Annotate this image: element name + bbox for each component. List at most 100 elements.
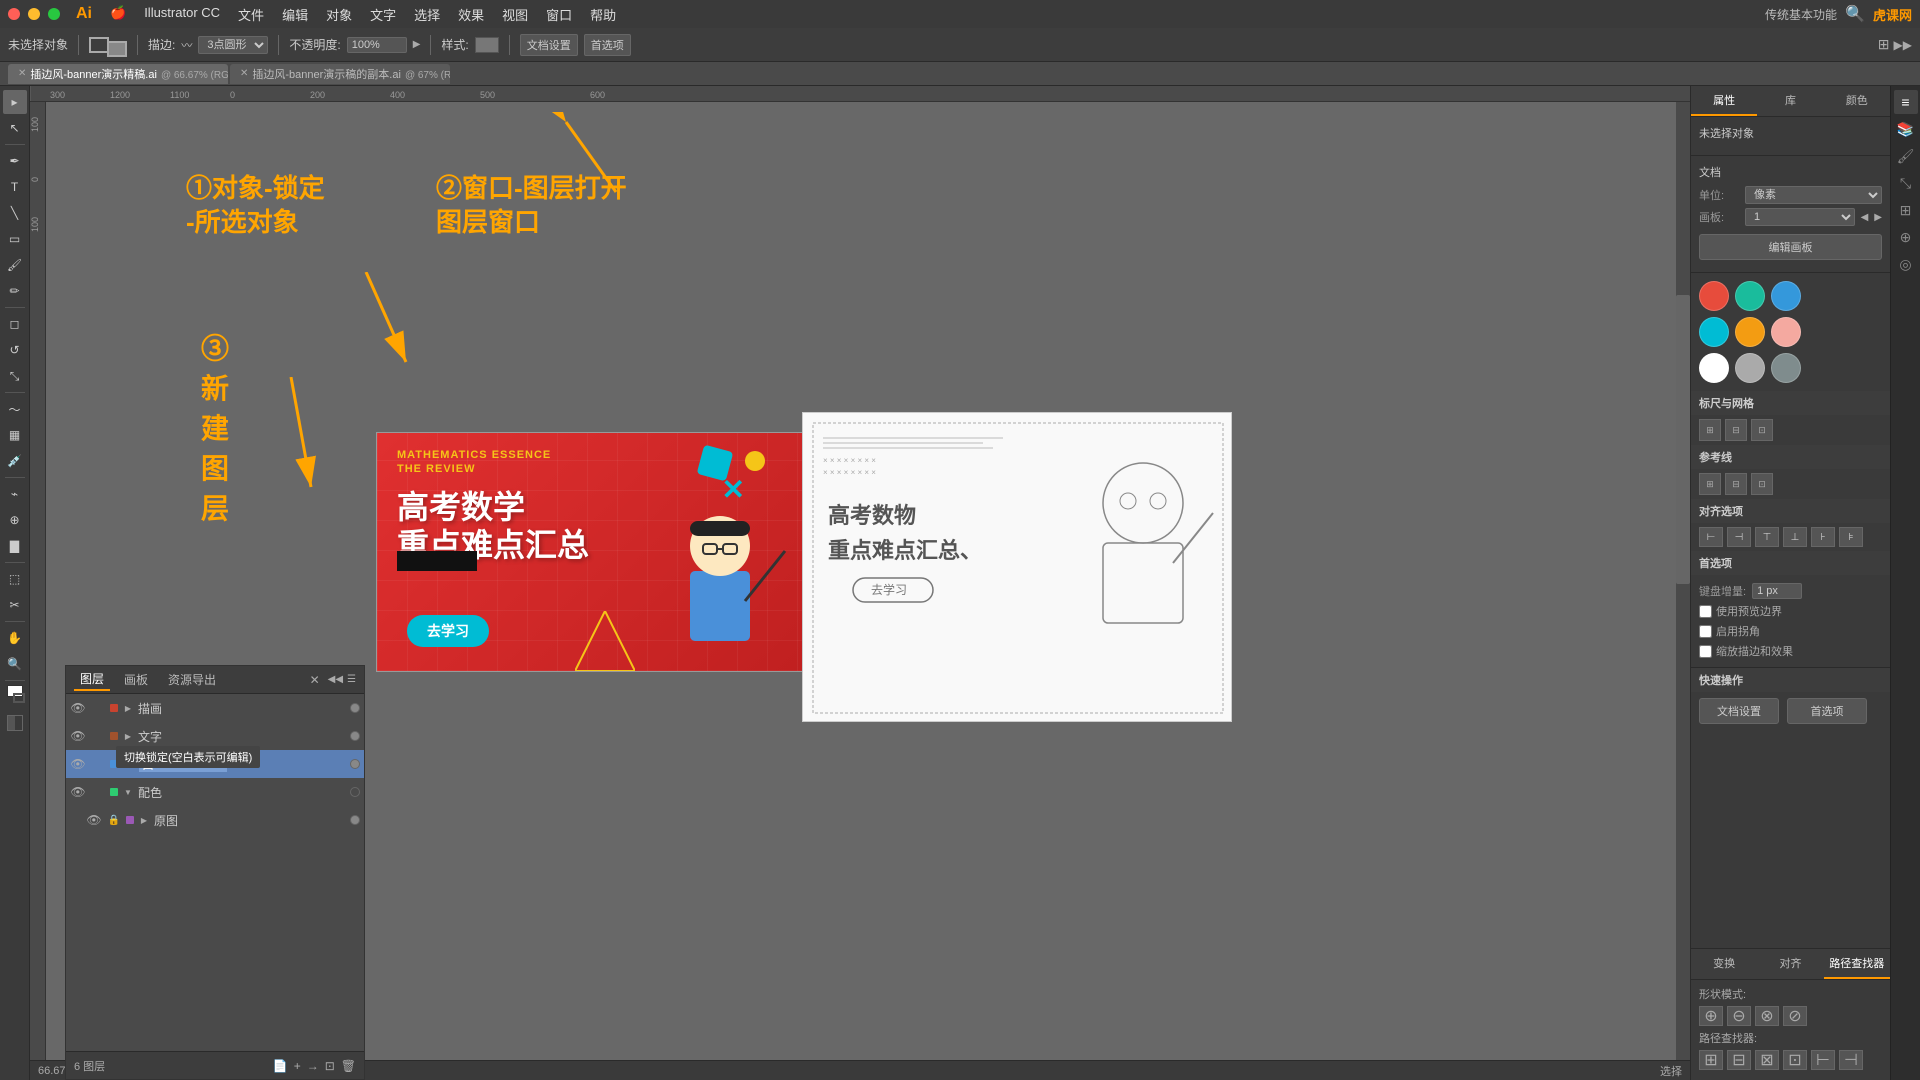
quick-doc-settings-btn[interactable]: 文档设置: [1699, 698, 1779, 724]
type-tool[interactable]: T: [3, 175, 27, 199]
minus-back-btn[interactable]: ⊣: [1839, 1050, 1863, 1070]
exclude-btn[interactable]: ⊘: [1783, 1006, 1807, 1026]
libraries-icon[interactable]: 📚: [1894, 117, 1918, 141]
grid-settings-btn[interactable]: ⊟: [1725, 419, 1747, 441]
layer-4-visibility-toggle[interactable]: 👁: [70, 784, 86, 800]
preferences-section-header[interactable]: 首选项: [1691, 551, 1890, 575]
preview-bounds-checkbox[interactable]: [1699, 605, 1712, 618]
align-center-btn[interactable]: ⊣: [1727, 527, 1751, 547]
close-button[interactable]: [8, 8, 20, 20]
column-chart-tool[interactable]: ▇: [3, 534, 27, 558]
opacity-value[interactable]: 100%: [347, 37, 407, 53]
arrange-icon[interactable]: ⊞: [1878, 36, 1890, 53]
layer-row-3[interactable]: 👁 ▶ 切换锁定(空白表示可编辑): [66, 750, 364, 778]
guides-btn-1[interactable]: ⊞: [1699, 473, 1721, 495]
color-swatch-teal[interactable]: [1735, 281, 1765, 311]
pen-tool[interactable]: ✒: [3, 149, 27, 173]
layer-5-visibility-toggle[interactable]: 👁: [86, 812, 102, 828]
eraser-tool[interactable]: ◻: [3, 312, 27, 336]
slice-tool[interactable]: ✂: [3, 593, 27, 617]
canvas-area[interactable]: 300 1200 1100 0 200 400 500 600 100 0 10…: [30, 86, 1690, 1080]
layer-4-expand[interactable]: ▼: [122, 786, 134, 798]
pathfinder-tab[interactable]: 路径查找器: [1824, 949, 1890, 979]
scale-tool[interactable]: ⤡: [3, 364, 27, 388]
align-left-btn[interactable]: ⊢: [1699, 527, 1723, 547]
preferences-button[interactable]: 首选项: [584, 34, 631, 56]
blend-tool[interactable]: ⌁: [3, 482, 27, 506]
layer-1-lock-toggle[interactable]: [90, 700, 106, 716]
align-tab[interactable]: 对齐: [1757, 949, 1823, 979]
corner-widget-checkbox[interactable]: [1699, 625, 1712, 638]
menu-text[interactable]: 文字: [362, 3, 404, 26]
menu-help[interactable]: 帮助: [582, 3, 624, 26]
line-tool[interactable]: ╲: [3, 201, 27, 225]
libraries-tab[interactable]: 库: [1757, 86, 1823, 116]
layers-panel-close[interactable]: ✕: [310, 673, 320, 687]
fill-swatch[interactable]: [89, 37, 109, 53]
unite-btn[interactable]: ⊕: [1699, 1006, 1723, 1026]
style-swatch[interactable]: [475, 37, 499, 53]
menu-select[interactable]: 选择: [406, 3, 448, 26]
guides-btn-2[interactable]: ⊟: [1725, 473, 1747, 495]
pathfinder-icon[interactable]: ⊕: [1894, 225, 1918, 249]
layer-5-lock-toggle[interactable]: 🔒: [106, 812, 122, 828]
opacity-arrow[interactable]: ▶: [413, 39, 421, 50]
asset-export-tab[interactable]: 资源导出: [162, 669, 222, 690]
transform-icon[interactable]: ⤡: [1894, 171, 1918, 195]
align-right-btn[interactable]: ⊤: [1755, 527, 1779, 547]
menu-effects[interactable]: 效果: [450, 3, 492, 26]
tab-0-close[interactable]: ✕: [18, 68, 26, 79]
appearance-icon[interactable]: ◎: [1894, 252, 1918, 276]
distribute-vertical-btn[interactable]: ⊦: [1811, 527, 1835, 547]
maximize-button[interactable]: [48, 8, 60, 20]
new-sublayer-btn[interactable]: +: [294, 1059, 301, 1073]
hand-tool[interactable]: ✋: [3, 626, 27, 650]
quick-preferences-btn[interactable]: 首选项: [1787, 698, 1867, 724]
panel-arrow-icon[interactable]: ▶▶: [1894, 38, 1912, 52]
edit-artboard-button[interactable]: 编辑画板: [1699, 234, 1882, 260]
trim-btn[interactable]: ⊟: [1727, 1050, 1751, 1070]
new-layer-btn[interactable]: 📄: [273, 1059, 288, 1073]
stroke-color-box[interactable]: [13, 693, 25, 703]
vertical-scrollbar[interactable]: [1676, 102, 1690, 1066]
guides-btn-3[interactable]: ⊡: [1751, 473, 1773, 495]
distribute-equal-btn[interactable]: ⊧: [1839, 527, 1863, 547]
rulers-section-header[interactable]: 标尺与网格: [1691, 391, 1890, 415]
properties-tab[interactable]: 属性: [1691, 86, 1757, 116]
minus-front-btn[interactable]: ⊖: [1727, 1006, 1751, 1026]
align-section-header[interactable]: 对齐选项: [1691, 499, 1890, 523]
menu-apple[interactable]: 🍎: [102, 3, 134, 26]
color-swatch-orange[interactable]: [1735, 317, 1765, 347]
color-tab[interactable]: 颜色: [1824, 86, 1890, 116]
gradient-tool[interactable]: ▦: [3, 423, 27, 447]
guides-section-header[interactable]: 参考线: [1691, 445, 1890, 469]
menu-app-name[interactable]: Illustrator CC: [136, 3, 228, 26]
intersect-btn[interactable]: ⊗: [1755, 1006, 1779, 1026]
delete-layer-btn[interactable]: 🗑: [341, 1059, 356, 1073]
stroke-type-select[interactable]: 3点圆形: [198, 36, 268, 54]
color-swatch-gray[interactable]: [1735, 353, 1765, 383]
align-icon[interactable]: ⊞: [1894, 198, 1918, 222]
artboard-tool[interactable]: ⬚: [3, 567, 27, 591]
menu-window[interactable]: 窗口: [538, 3, 580, 26]
menu-edit[interactable]: 编辑: [274, 3, 316, 26]
layer-2-visibility-toggle[interactable]: 👁: [70, 728, 86, 744]
toggle-options-btn[interactable]: ⊡: [325, 1059, 335, 1073]
collapse-all-btn[interactable]: ◀◀: [328, 674, 343, 685]
artboard-nav-left[interactable]: ◀: [1861, 212, 1869, 223]
color-swatch-salmon[interactable]: [1771, 317, 1801, 347]
tab-0[interactable]: ✕ 插边风-banner演示精稿.ai @ 66.67% (RGB/GPU 预览…: [8, 64, 228, 84]
artboard-nav-right[interactable]: ▶: [1874, 212, 1882, 223]
rect-tool[interactable]: ▭: [3, 227, 27, 251]
tab-1-close[interactable]: ✕: [240, 68, 248, 79]
merge-btn[interactable]: ⊠: [1755, 1050, 1779, 1070]
crop-btn[interactable]: ⊡: [1783, 1050, 1807, 1070]
layer-5-expand[interactable]: ▶: [138, 814, 150, 826]
scale-strokes-checkbox[interactable]: [1699, 645, 1712, 658]
divide-btn[interactable]: ⊞: [1699, 1050, 1723, 1070]
brush-icon[interactable]: 🖌: [1894, 144, 1918, 168]
tab-1[interactable]: ✕ 插边风-banner演示稿的副本.ai @ 67% (RGB/GPU 预览): [230, 64, 450, 84]
panel-menu-btn[interactable]: ☰: [347, 674, 356, 685]
layer-2-lock-toggle[interactable]: [90, 728, 106, 744]
color-swatch-red[interactable]: [1699, 281, 1729, 311]
